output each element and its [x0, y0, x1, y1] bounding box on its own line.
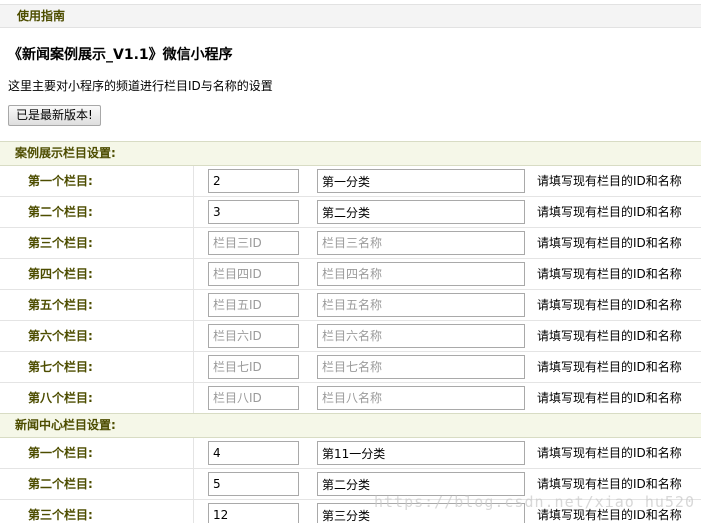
column-name-input[interactable]: [317, 441, 525, 465]
column-name-input[interactable]: [317, 324, 525, 348]
column-divider: [193, 197, 194, 228]
row-hint: 请填写现有栏目的ID和名称: [537, 174, 682, 188]
row-hint: 请填写现有栏目的ID和名称: [537, 267, 682, 281]
column-divider: [193, 290, 194, 321]
settings-row: 第一个栏目: 请填写现有栏目的ID和名称: [0, 166, 701, 197]
row-hint: 请填写现有栏目的ID和名称: [537, 360, 682, 374]
column-divider: [193, 438, 194, 469]
column-id-input[interactable]: [208, 386, 299, 410]
guide-title: 使用指南: [17, 9, 66, 23]
column-name-input[interactable]: [317, 293, 525, 317]
column-id-input[interactable]: [208, 262, 299, 286]
settings-row: 第四个栏目: 请填写现有栏目的ID和名称: [0, 259, 701, 290]
column-name-input[interactable]: [317, 386, 525, 410]
row-label: 第四个栏目:: [28, 267, 93, 281]
row-label: 第二个栏目:: [28, 477, 93, 491]
settings-row: 第五个栏目: 请填写现有栏目的ID和名称: [0, 290, 701, 321]
settings-description: 这里主要对小程序的频道进行栏目ID与名称的设置: [8, 79, 273, 93]
row-hint: 请填写现有栏目的ID和名称: [537, 236, 682, 250]
row-label: 第七个栏目:: [28, 360, 93, 374]
column-name-input[interactable]: [317, 200, 525, 224]
row-label: 第六个栏目:: [28, 329, 93, 343]
row-hint: 请填写现有栏目的ID和名称: [537, 446, 682, 460]
row-label: 第三个栏目:: [28, 236, 93, 250]
column-id-input[interactable]: [208, 200, 299, 224]
app-title: 《新闻案例展示_V1.1》微信小程序: [8, 47, 233, 63]
column-divider: [193, 321, 194, 352]
column-divider: [193, 166, 194, 197]
column-divider: [193, 228, 194, 259]
column-divider: [193, 383, 194, 414]
column-id-input[interactable]: [208, 503, 299, 523]
version-check-button[interactable]: 已是最新版本!: [8, 105, 101, 126]
settings-row: 第三个栏目: 请填写现有栏目的ID和名称: [0, 228, 701, 259]
column-id-input[interactable]: [208, 293, 299, 317]
row-hint: 请填写现有栏目的ID和名称: [537, 391, 682, 405]
column-id-input[interactable]: [208, 355, 299, 379]
row-label: 第五个栏目:: [28, 298, 93, 312]
row-label: 第八个栏目:: [28, 391, 93, 405]
column-id-input[interactable]: [208, 169, 299, 193]
watermark: https://blog.csdn.net/xiao_hu520: [374, 493, 695, 511]
column-divider: [193, 469, 194, 500]
column-divider: [193, 500, 194, 523]
row-label: 第一个栏目:: [28, 174, 93, 188]
row-hint: 请填写现有栏目的ID和名称: [537, 329, 682, 343]
column-name-input[interactable]: [317, 231, 525, 255]
column-divider: [193, 352, 194, 383]
row-label: 第一个栏目:: [28, 446, 93, 460]
column-id-input[interactable]: [208, 441, 299, 465]
column-id-input[interactable]: [208, 472, 299, 496]
column-id-input[interactable]: [208, 231, 299, 255]
settings-row: 第二个栏目: 请填写现有栏目的ID和名称: [0, 197, 701, 228]
column-name-input[interactable]: [317, 262, 525, 286]
column-name-input[interactable]: [317, 169, 525, 193]
row-label: 第二个栏目:: [28, 205, 93, 219]
guide-header: 使用指南: [0, 4, 701, 28]
section-header: 案例展示栏目设置:: [0, 141, 701, 166]
settings-row: 第六个栏目: 请填写现有栏目的ID和名称: [0, 321, 701, 352]
settings-row: 第七个栏目: 请填写现有栏目的ID和名称: [0, 352, 701, 383]
row-label: 第三个栏目:: [28, 508, 93, 522]
column-id-input[interactable]: [208, 324, 299, 348]
settings-row: 第八个栏目: 请填写现有栏目的ID和名称: [0, 383, 701, 414]
settings-row: 第一个栏目: 请填写现有栏目的ID和名称: [0, 438, 701, 469]
row-hint: 请填写现有栏目的ID和名称: [537, 298, 682, 312]
section-header: 新闻中心栏目设置:: [0, 413, 701, 438]
row-hint: 请填写现有栏目的ID和名称: [537, 205, 682, 219]
column-name-input[interactable]: [317, 355, 525, 379]
column-divider: [193, 259, 194, 290]
